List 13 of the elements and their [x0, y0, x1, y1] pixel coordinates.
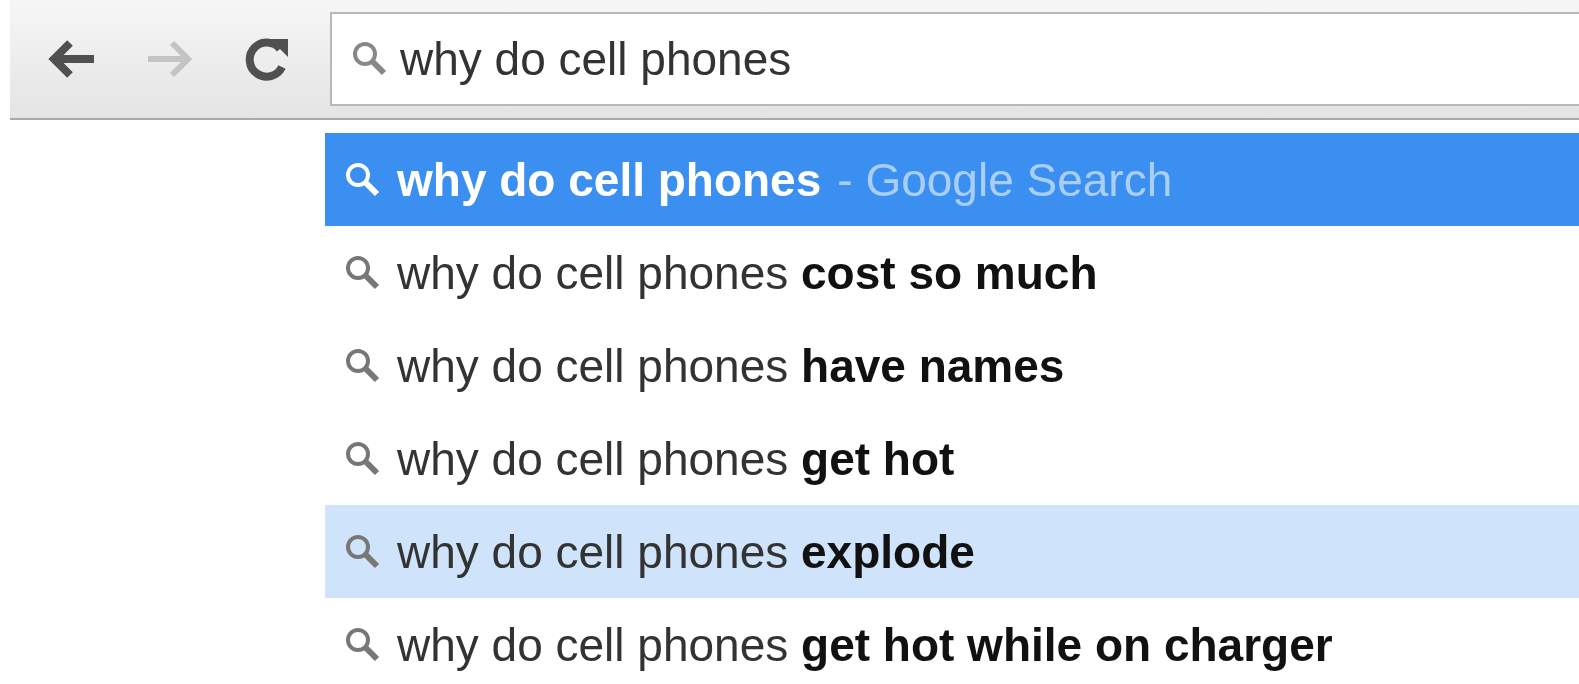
suggestion-text: why do cell phones get hot	[397, 431, 955, 486]
suggestion-text: why do cell phones cost so much	[397, 245, 1098, 300]
suggestion-source: - Google Search	[837, 152, 1173, 207]
suggestion-text: why do cell phones	[397, 152, 822, 207]
suggestion-item[interactable]: why do cell phones get hot while on charger	[325, 598, 1579, 684]
suggestion-text: why do cell phones get hot while on charger	[397, 617, 1333, 672]
suggestion-item[interactable]: why do cell phones cost so much	[325, 226, 1579, 319]
suggestion-text: why do cell phones have names	[397, 338, 1065, 393]
suggestion-item[interactable]: why do cell phones have names	[325, 319, 1579, 412]
suggestion-item[interactable]: why do cell phones explode	[325, 505, 1579, 598]
suggestion-text: why do cell phones explode	[397, 524, 975, 579]
address-bar[interactable]: why do cell phones	[330, 12, 1579, 106]
suggestion-item[interactable]: why do cell phones get hot	[325, 412, 1579, 505]
